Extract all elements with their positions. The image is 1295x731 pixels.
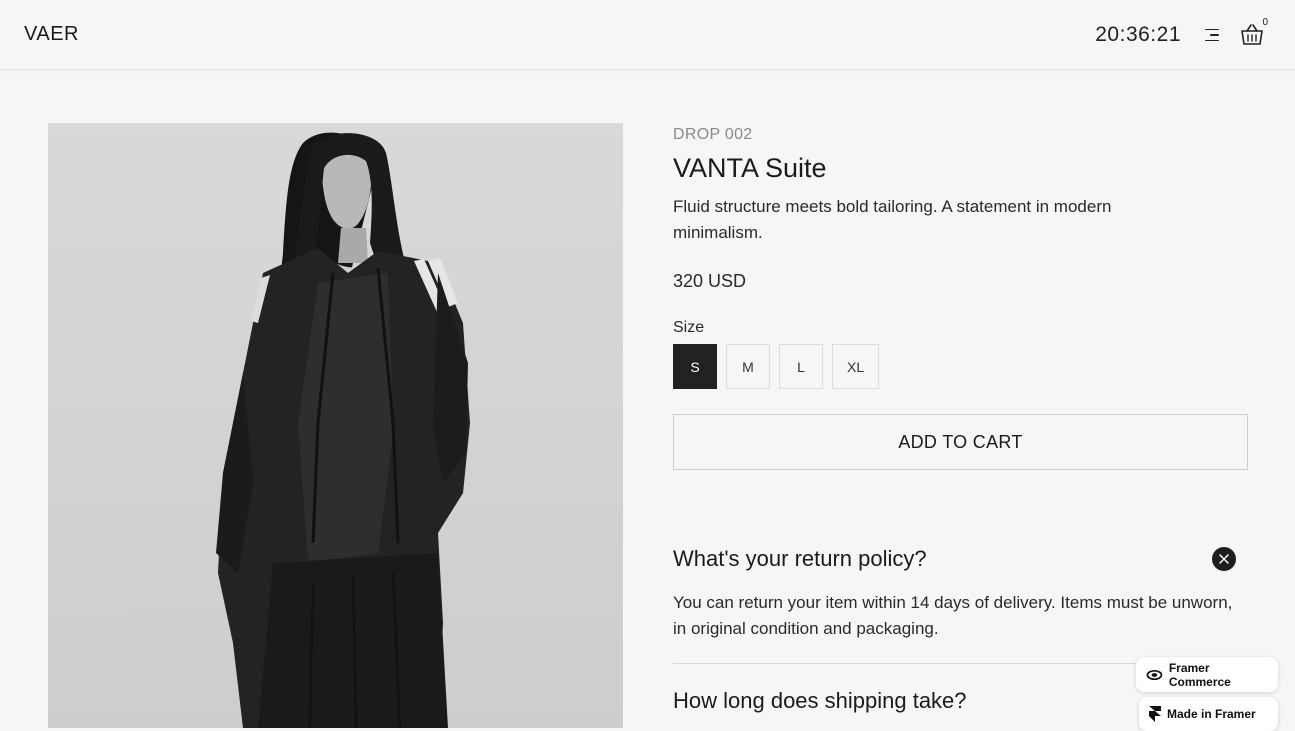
- cart-count: 0: [1262, 16, 1268, 28]
- drop-label: DROP 002: [673, 126, 753, 143]
- framer-commerce-icon: [1146, 669, 1163, 680]
- model-photo: [48, 123, 623, 728]
- size-option-xl[interactable]: XL: [832, 344, 880, 389]
- header-actions: 20:36:21 0: [1095, 17, 1268, 47]
- badge-label: Framer Commerce: [1168, 660, 1231, 689]
- framer-logo-icon: [1149, 706, 1161, 722]
- product-description: Fluid structure meets bold tailoring. A …: [673, 197, 1112, 242]
- faq-item-return-policy[interactable]: What's your return policy?: [673, 546, 1248, 572]
- clock: 20:36:21: [1095, 22, 1181, 46]
- site-header: VAER 20:36:21 0: [0, 0, 1295, 70]
- product-title: VANTA Suite: [673, 153, 827, 183]
- size-option-m[interactable]: M: [726, 344, 770, 389]
- brand-logo[interactable]: VAER: [24, 23, 79, 46]
- add-to-cart-button[interactable]: ADD TO CART: [673, 414, 1248, 470]
- size-option-s[interactable]: S: [673, 344, 717, 389]
- cart-button[interactable]: 0: [1239, 17, 1268, 47]
- close-icon[interactable]: [1212, 547, 1236, 571]
- faq-question: What's your return policy?: [673, 546, 927, 571]
- faq-answer: You can return your item within 14 days …: [673, 593, 1233, 638]
- product-info: DROP 002 VANTA Suite Fluid structure mee…: [673, 123, 1248, 714]
- made-in-framer-badge[interactable]: Made in Framer: [1139, 697, 1278, 731]
- size-label: Size: [673, 319, 705, 336]
- menu-icon[interactable]: [1201, 26, 1219, 44]
- size-option-l[interactable]: L: [779, 344, 823, 389]
- size-selector: S M L XL: [673, 344, 1248, 389]
- product-price: 320 USD: [673, 271, 747, 291]
- framer-commerce-badge[interactable]: Framer Commerce: [1136, 657, 1278, 692]
- badge-label: Made in Framer: [1167, 707, 1256, 721]
- product-image: [48, 123, 623, 728]
- basket-icon: [1241, 23, 1263, 45]
